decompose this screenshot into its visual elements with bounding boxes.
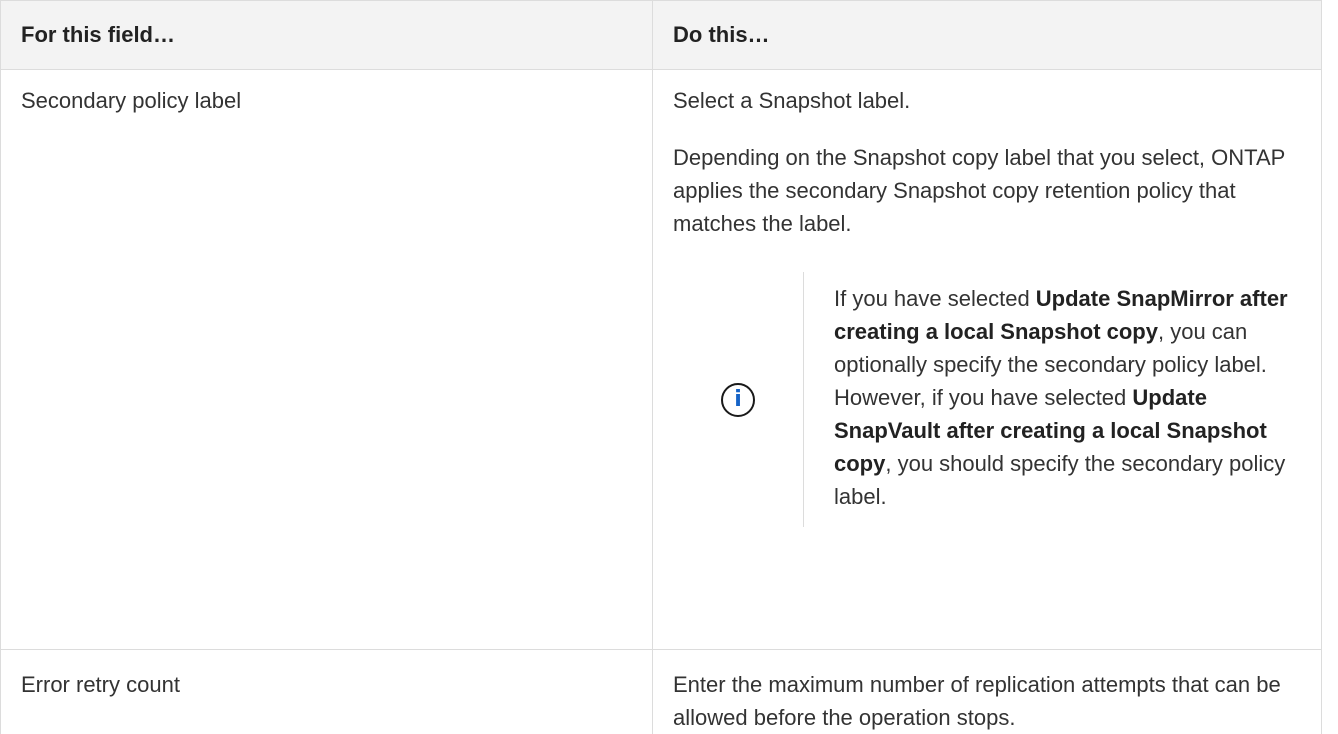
action-line: Select a Snapshot label. [673,84,1301,117]
column-header-action: Do this… [653,1,1322,70]
field-cell: Secondary policy label [1,70,653,650]
note-text: If you have selected Update SnapMirror a… [804,272,1301,527]
field-cell: Error retry count [1,650,653,734]
table-header-row: For this field… Do this… [1,1,1322,70]
info-icon: i [721,383,755,417]
field-name: Secondary policy label [21,88,241,113]
field-action-table: For this field… Do this… Secondary polic… [0,0,1322,734]
table-header: For this field… Do this… [1,1,1322,70]
table-row: Secondary policy label Select a Snapshot… [1,70,1322,650]
info-icon-glyph: i [734,389,742,411]
table-body: Secondary policy label Select a Snapshot… [1,70,1322,734]
field-name: Error retry count [21,672,180,697]
info-note: i If you have selected Update SnapMirror… [673,272,1301,527]
note-text-part: If you have selected [834,286,1036,311]
column-header-field: For this field… [1,1,653,70]
action-cell: Enter the maximum number of replication … [653,650,1322,734]
action-description: Depending on the Snapshot copy label tha… [673,141,1301,240]
table-row: Error retry count Enter the maximum numb… [1,650,1322,734]
action-line: Enter the maximum number of replication … [673,668,1301,734]
note-icon-column: i [673,272,804,527]
note-text-part: , you should specify the secondary polic… [834,451,1285,509]
action-cell: Select a Snapshot label. Depending on th… [653,70,1322,650]
